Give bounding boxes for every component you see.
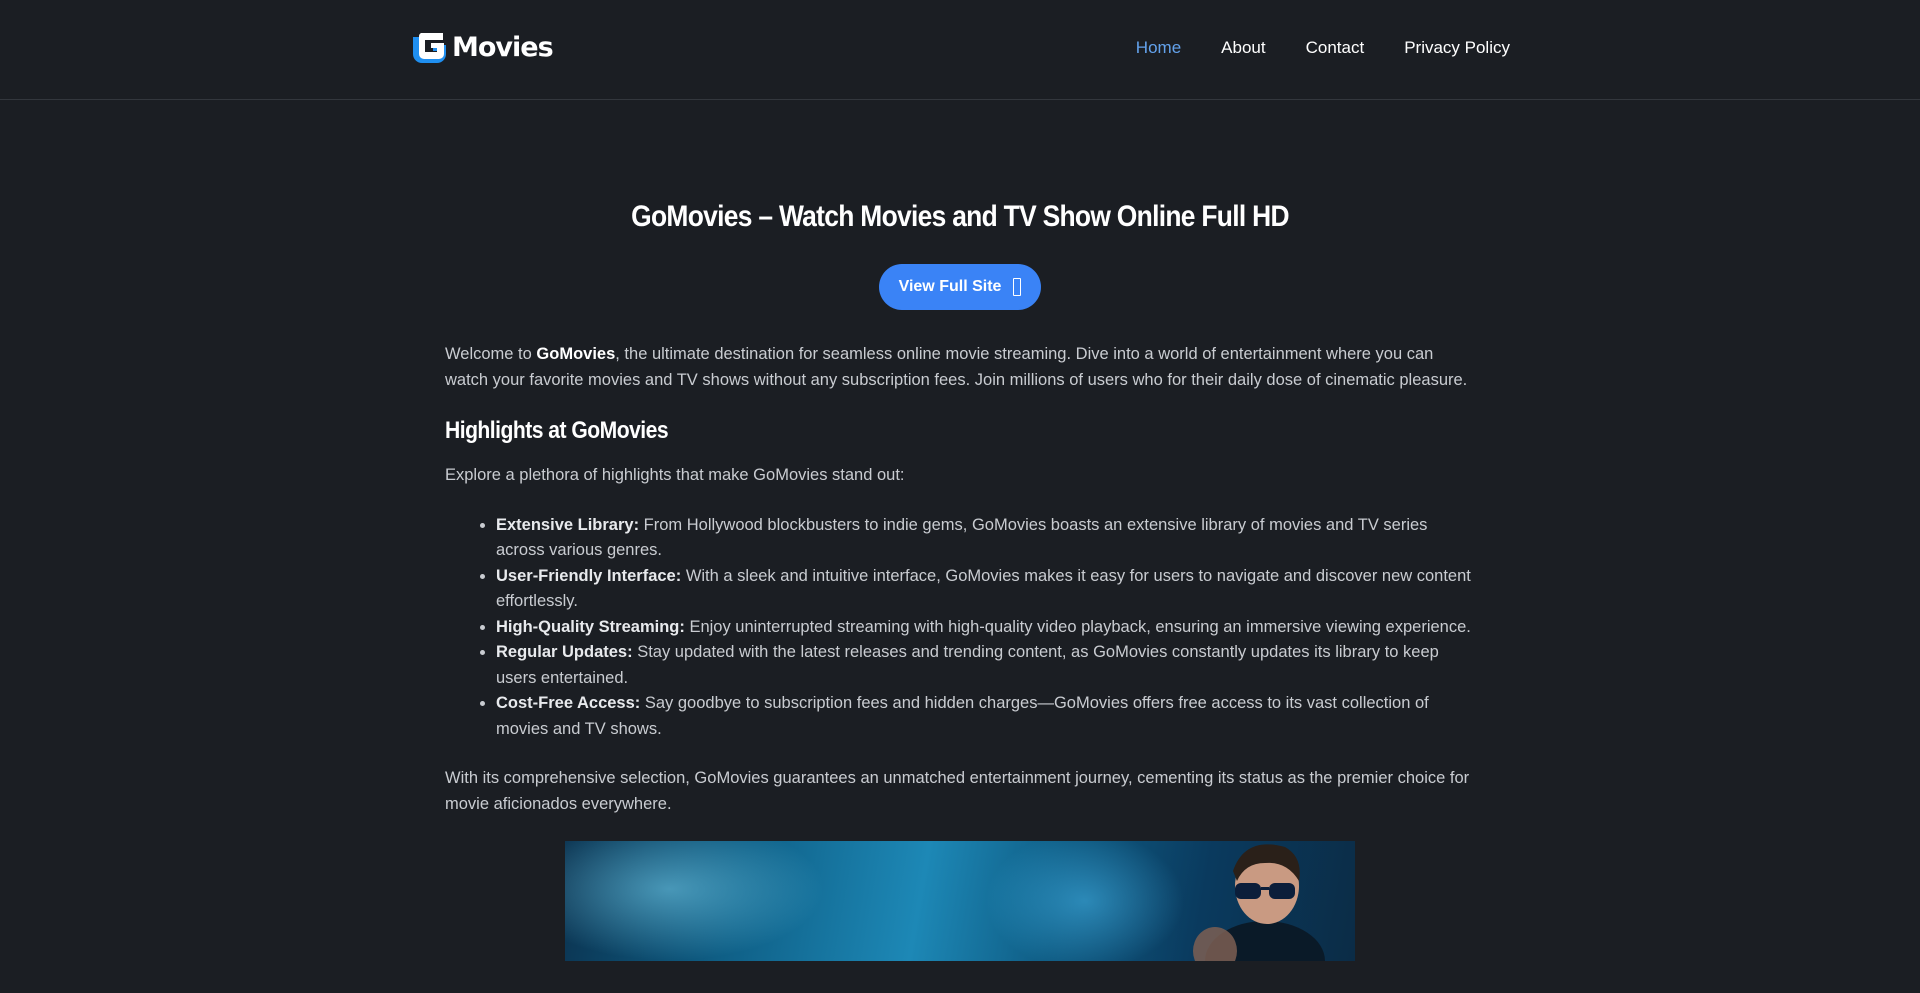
intro-before: Welcome to <box>445 345 537 363</box>
list-item: Cost-Free Access: Say goodbye to subscri… <box>496 691 1475 742</box>
nav-privacy-policy[interactable]: Privacy Policy <box>1404 38 1510 58</box>
list-item: High-Quality Streaming: Enjoy uninterrup… <box>496 615 1475 641</box>
list-item: Extensive Library: From Hollywood blockb… <box>496 513 1475 564</box>
hero-glow <box>565 841 825 961</box>
cta-wrap: View Full Site <box>445 264 1475 310</box>
highlights-lead: Explore a plethora of highlights that ma… <box>445 466 905 484</box>
external-link-icon <box>1013 278 1022 296</box>
highlights-heading: Highlights at GoMovies <box>445 417 669 444</box>
nav-about[interactable]: About <box>1221 38 1265 58</box>
closing-paragraph: With its comprehensive selection, GoMovi… <box>445 769 1470 813</box>
view-full-site-button[interactable]: View Full Site <box>878 264 1042 310</box>
main-content: GoMovies – Watch Movies and TV Show Onli… <box>445 100 1475 961</box>
hero-figure <box>1193 844 1325 961</box>
hero-glow <box>985 841 1185 961</box>
highlight-term: Extensive Library: <box>496 515 640 534</box>
site-logo[interactable]: Movies <box>410 30 554 65</box>
hero-image <box>565 841 1355 961</box>
cta-label: View Full Site <box>898 278 1002 295</box>
page-title: GoMovies – Watch Movies and TV Show Onli… <box>631 200 1289 233</box>
logo-text: Movies <box>452 31 554 63</box>
list-item: User-Friendly Interface: With a sleek an… <box>496 564 1475 615</box>
intro-paragraph: Welcome to GoMovies, the ultimate destin… <box>445 342 1475 393</box>
nav-home[interactable]: Home <box>1136 38 1181 58</box>
highlight-text: Stay updated with the latest releases an… <box>496 643 1439 687</box>
g-logo-icon <box>410 30 448 65</box>
highlight-text: Enjoy uninterrupted streaming with high-… <box>684 617 1471 636</box>
main-nav: Home About Contact Privacy Policy <box>1136 38 1510 58</box>
highlight-term: Regular Updates: <box>496 643 633 661</box>
site-header: Movies Home About Contact Privacy Policy <box>0 0 1920 100</box>
highlight-term: Cost-Free Access: <box>496 694 641 712</box>
list-item: Regular Updates: Stay updated with the l… <box>496 640 1475 691</box>
nav-contact[interactable]: Contact <box>1306 38 1365 58</box>
highlights-list: Extensive Library: From Hollywood blockb… <box>445 513 1475 743</box>
highlight-term: User-Friendly Interface: <box>496 566 682 585</box>
intro-brand: GoMovies <box>536 345 616 363</box>
highlight-term: High-Quality Streaming: <box>496 617 685 636</box>
